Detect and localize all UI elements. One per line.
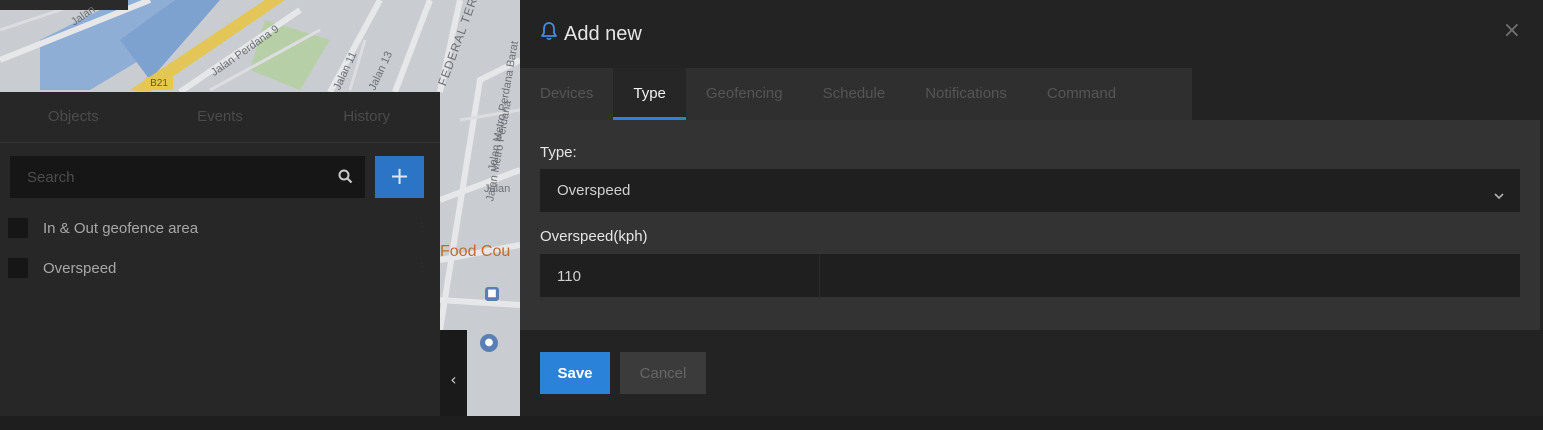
collapse-sidebar-button[interactable]: ‹ (440, 330, 467, 416)
map-top-overlay (0, 0, 128, 10)
type-select[interactable]: Overspeed (540, 169, 1520, 212)
map-shop-icon[interactable]: ■ (485, 287, 499, 301)
list-item-label: Overspeed (43, 259, 117, 277)
tab-geofencing[interactable]: Geofencing (686, 68, 803, 120)
overspeed-field-label: Overspeed(kph) (540, 228, 648, 245)
modal-title-text: Add new (564, 22, 642, 45)
sidebar-tabs: Objects Events History (0, 92, 440, 143)
sidebar-tab-events[interactable]: Events (147, 92, 294, 142)
tab-devices[interactable]: Devices (520, 68, 613, 120)
road-number-badge: B21 (145, 77, 173, 90)
map-location-pin-icon[interactable]: ● (480, 334, 498, 352)
list-item[interactable]: In & Out geofence area ⋮ (8, 213, 428, 243)
more-options-icon[interactable]: ⋮ (416, 220, 428, 234)
bell-icon (540, 21, 558, 47)
tab-notifications[interactable]: Notifications (905, 68, 1027, 120)
search-box (10, 156, 365, 198)
search-input[interactable] (10, 156, 327, 198)
map-street-label: Jalan (484, 183, 511, 195)
modal-tabs: Devices Type Geofencing Schedule Notific… (520, 68, 1192, 120)
list-item-label: In & Out geofence area (43, 219, 199, 237)
modal-title: Add new (540, 20, 642, 48)
item-checkbox[interactable] (8, 218, 28, 238)
type-select-value: Overspeed (557, 182, 631, 199)
search-icon[interactable] (338, 169, 353, 188)
add-alert-button[interactable]: + (375, 156, 424, 198)
overspeed-input-box (540, 254, 1520, 299)
tab-command[interactable]: Command (1027, 68, 1136, 120)
item-checkbox[interactable] (8, 258, 28, 278)
add-alert-modal: Add new × Devices Type Geofencing Schedu… (520, 0, 1543, 416)
list-item[interactable]: Overspeed ⋮ (8, 253, 428, 283)
chevron-left-icon: ‹ (450, 370, 457, 389)
sidebar-panel: Objects Events History + In & Out geofen… (0, 92, 440, 416)
type-field-label: Type: (540, 144, 577, 161)
sidebar-tab-history[interactable]: History (293, 92, 440, 142)
save-button[interactable]: Save (540, 352, 610, 394)
map-poi-label: Food Cou (440, 243, 511, 260)
type-tab-panel: Type: Overspeed Overspeed(kph) (520, 120, 1540, 330)
chevron-down-icon (1494, 185, 1504, 204)
tab-type[interactable]: Type (613, 68, 686, 120)
sidebar-search-row: + (10, 156, 424, 198)
more-options-icon[interactable]: ⋮ (416, 260, 428, 274)
close-icon[interactable]: × (1503, 20, 1521, 42)
overspeed-input[interactable] (540, 254, 820, 299)
sidebar-tab-objects[interactable]: Objects (0, 92, 147, 142)
tab-schedule[interactable]: Schedule (803, 68, 906, 120)
cancel-button[interactable]: Cancel (620, 352, 706, 394)
